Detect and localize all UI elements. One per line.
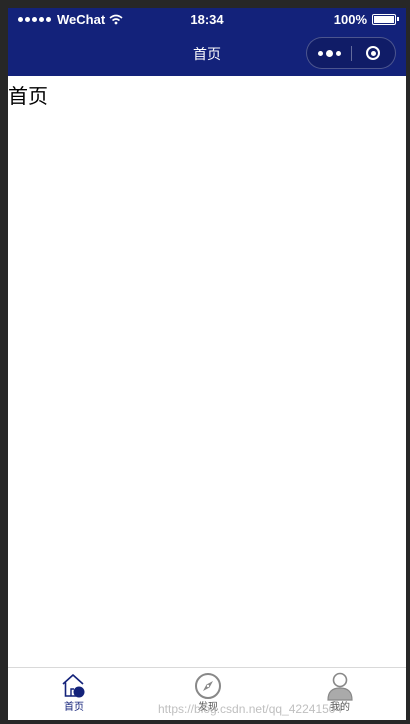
status-bar: WeChat 18:34 100%: [8, 8, 406, 30]
tab-home-label: 首页: [64, 702, 84, 713]
close-mini-program-button[interactable]: [351, 38, 395, 68]
status-battery-group: 100%: [333, 12, 399, 27]
mini-program-capsule: [306, 37, 396, 69]
target-icon: [366, 46, 380, 60]
navigation-bar: 首页: [8, 30, 406, 76]
more-options-button[interactable]: [307, 38, 351, 68]
tab-home[interactable]: 首页: [44, 671, 104, 719]
page-content-text: 首页: [8, 86, 48, 108]
battery-percent: 100%: [333, 12, 367, 27]
user-icon: [327, 672, 353, 701]
watermark: https://blog.csdn.net/qq_42241504: [158, 702, 343, 716]
phone-screen: WeChat 18:34 100% 首页 首页 首页 发现 我的 https:/…: [8, 8, 406, 720]
home-icon: [62, 674, 85, 698]
tab-bar: 首页 发现 我的 https://blog.csdn.net/qq_422415…: [8, 667, 406, 720]
compass-icon: [195, 673, 221, 699]
battery-icon: [372, 14, 399, 25]
